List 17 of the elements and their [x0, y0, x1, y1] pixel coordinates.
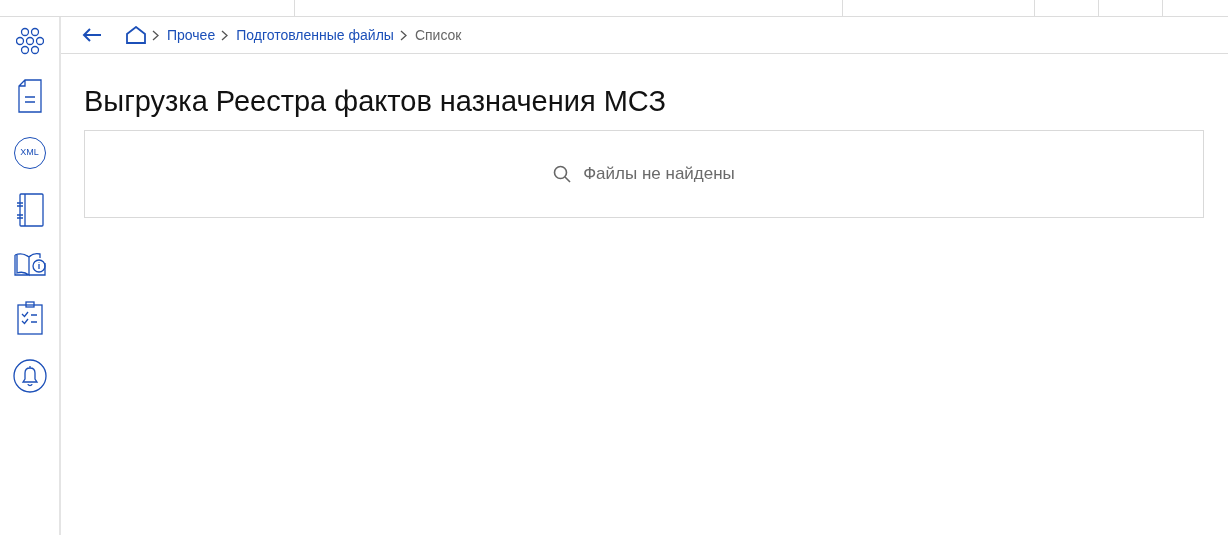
book-info-icon[interactable]	[12, 251, 47, 277]
checklist-icon[interactable]	[16, 301, 43, 335]
search-icon	[553, 165, 572, 183]
chevron-icon	[399, 29, 407, 41]
chevron-icon	[221, 29, 229, 41]
breadcrumb-link[interactable]: Прочее	[167, 24, 216, 46]
notebook-icon[interactable]	[15, 193, 44, 227]
page-title: Выгрузка Реестра фактов назначения МСЗ	[84, 84, 667, 119]
breadcrumb-current: Список	[414, 25, 462, 45]
back-arrow-icon[interactable]	[82, 27, 102, 43]
apps-icon[interactable]	[15, 27, 44, 55]
chevron-icon	[152, 29, 159, 41]
document-icon[interactable]	[17, 79, 42, 113]
bell-icon[interactable]	[12, 359, 47, 393]
empty-message: Файлы не найдены	[583, 163, 735, 186]
home-icon[interactable]	[126, 26, 146, 44]
breadcrumb-link[interactable]: Подготовленные файлы	[236, 24, 394, 46]
